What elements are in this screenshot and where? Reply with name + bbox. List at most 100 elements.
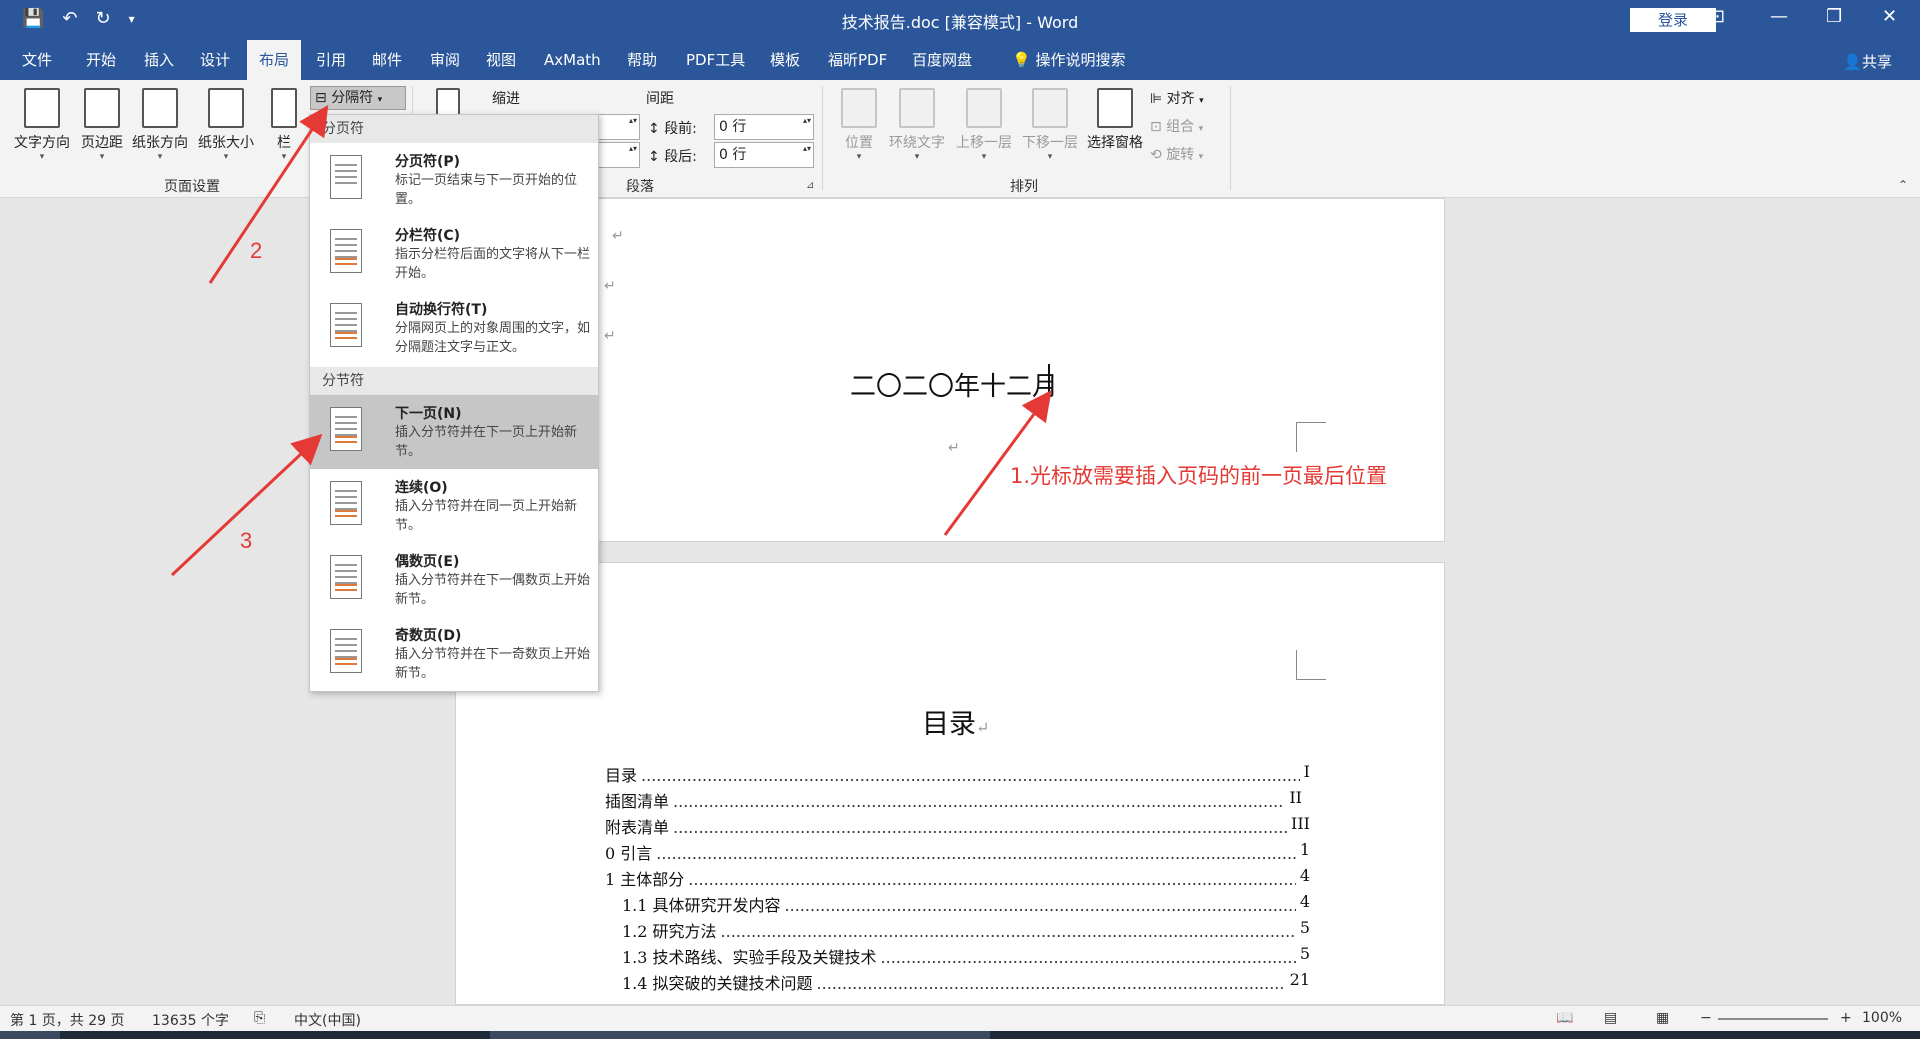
toc-entry[interactable]: 插图清单....................................…	[605, 788, 1302, 812]
breaks-icon: ⊟	[315, 90, 327, 106]
tab-design[interactable]: 设计	[188, 40, 242, 80]
chevron-down-icon: ▾	[981, 152, 987, 162]
tab-help[interactable]: 帮助	[615, 40, 669, 80]
rotate-icon: ⟲	[1150, 147, 1162, 163]
menu-item-name: 奇数页(D)	[395, 628, 462, 644]
tab-pdf-tools[interactable]: PDF工具	[674, 40, 757, 80]
tab-axmath[interactable]: AxMath	[532, 40, 613, 80]
dialog-launcher-icon[interactable]: ⊿	[806, 180, 814, 191]
spacing-before-icon: ↕	[648, 121, 660, 137]
text-direction-icon	[24, 88, 60, 128]
annotation-step-2: 2	[250, 238, 263, 263]
bring-forward-button[interactable]: 上移一层 ▾	[952, 88, 1016, 162]
spacing-label: 间距	[646, 91, 674, 107]
tab-home[interactable]: 开始	[74, 40, 128, 80]
orientation-label: 纸张方向	[132, 135, 188, 151]
maximize-icon[interactable]: ❐	[1826, 6, 1842, 27]
toc-entry[interactable]: 0 引言....................................…	[605, 840, 1310, 864]
tab-insert[interactable]: 插入	[132, 40, 186, 80]
zoom-level[interactable]: 100%	[1862, 1010, 1902, 1026]
title-bar: 💾 ↶ ↻ ▾ 技术报告.doc [兼容模式] - Word 登录 ⊡ — ❐ …	[0, 0, 1920, 40]
collapse-ribbon-icon[interactable]: ⌃	[1898, 178, 1908, 192]
annotation-step-3: 3	[240, 528, 253, 553]
login-button[interactable]: 登录	[1630, 8, 1716, 32]
toc-entry-text: 1.4 拟突破的关键技术问题	[622, 974, 817, 993]
tab-templates[interactable]: 模板	[758, 40, 812, 80]
align-button[interactable]: ⊫ 对齐 ▾	[1150, 88, 1204, 108]
menu-item-name: 下一页(N)	[395, 406, 462, 422]
tab-view[interactable]: 视图	[474, 40, 528, 80]
group-separator	[822, 86, 823, 190]
taskbar-item[interactable]	[0, 1031, 60, 1039]
toc-title: 目录↵	[922, 702, 989, 741]
menu-item-next-page[interactable]: 下一页(N) 插入分节符并在下一页上开始新节。	[310, 395, 598, 469]
menu-item-page-break[interactable]: 分页符(P) 标记一页结束与下一页开始的位置。	[310, 143, 598, 217]
odd-page-break-icon	[330, 629, 362, 673]
text-wrapping-break-icon	[330, 303, 362, 347]
group-button[interactable]: ⊡ 组合 ▾	[1150, 116, 1203, 136]
tab-layout[interactable]: 布局	[247, 40, 302, 80]
spacing-before-input[interactable]: 0 行	[714, 114, 814, 140]
toc-entry[interactable]: 1.3 技术路线、实验手段及关键技术......................…	[622, 944, 1310, 968]
date-line: 二〇二〇年十二月	[850, 372, 1059, 402]
indent-right-input[interactable]	[598, 142, 640, 168]
toc-entry[interactable]: 1.4 拟突破的关键技术问题..........................…	[622, 970, 1310, 994]
read-mode-icon[interactable]: 📖	[1556, 1010, 1573, 1026]
tab-references[interactable]: 引用	[304, 40, 358, 80]
language-indicator[interactable]: 中文(中国)	[294, 1010, 361, 1030]
selection-pane-button[interactable]: 选择窗格	[1084, 88, 1146, 152]
position-button[interactable]: 位置 ▾	[836, 88, 882, 162]
web-layout-icon[interactable]: ▦	[1656, 1010, 1669, 1026]
zoom-slider[interactable]	[1718, 1018, 1828, 1020]
tab-review[interactable]: 审阅	[418, 40, 472, 80]
proofing-icon[interactable]: ⎘	[254, 1010, 265, 1026]
minimize-icon[interactable]: —	[1770, 6, 1788, 27]
word-count[interactable]: 13635 个字	[152, 1010, 229, 1030]
close-icon[interactable]: ✕	[1882, 6, 1897, 27]
toc-entry-text: 1.2 研究方法	[622, 922, 721, 941]
tab-baidu-netdisk[interactable]: 百度网盘	[900, 40, 984, 80]
menu-item-continuous[interactable]: 连续(O) 插入分节符并在同一页上开始新节。	[310, 469, 598, 543]
tell-me-search[interactable]: 💡 操作说明搜索	[1000, 40, 1137, 80]
group-separator	[1230, 86, 1231, 190]
next-page-break-icon	[330, 407, 362, 451]
tab-file[interactable]: 文件	[10, 40, 64, 80]
print-layout-icon[interactable]: ▤	[1604, 1010, 1617, 1026]
breaks-button[interactable]: ⊟ 分隔符 ▾	[310, 86, 406, 110]
spacing-after-input[interactable]: 0 行	[714, 142, 814, 168]
ribbon-display-icon[interactable]: ⊡	[1710, 6, 1725, 27]
indent-left-input[interactable]	[598, 114, 640, 140]
toc-entry[interactable]: 1.1 具体研究开发内容............................…	[622, 892, 1310, 916]
zoom-out-icon[interactable]: −	[1700, 1010, 1712, 1026]
menu-item-even-page[interactable]: 偶数页(E) 插入分节符并在下一偶数页上开始新节。	[310, 543, 598, 617]
paragraph-group-label: 段落	[626, 179, 654, 195]
orientation-button[interactable]: 纸张方向 ▾	[128, 88, 192, 162]
toc-entry-text: 1.1 具体研究开发内容	[622, 896, 785, 915]
tab-foxit-pdf[interactable]: 福昕PDF	[816, 40, 899, 80]
size-button[interactable]: 纸张大小 ▾	[194, 88, 258, 162]
toc-entry[interactable]: 目录......................................…	[605, 762, 1310, 786]
spacing-before-label: ↕ 段前:	[648, 118, 697, 138]
send-backward-button[interactable]: 下移一层 ▾	[1018, 88, 1082, 162]
zoom-in-icon[interactable]: +	[1840, 1010, 1852, 1026]
taskbar-item[interactable]	[490, 1031, 990, 1039]
columns-button[interactable]: 栏 ▾	[268, 88, 300, 162]
menu-item-column-break[interactable]: 分栏符(C) 指示分栏符后面的文字将从下一栏开始。	[310, 217, 598, 291]
rotate-button[interactable]: ⟲ 旋转 ▾	[1150, 144, 1203, 164]
menu-item-text-wrapping-break[interactable]: 自动换行符(T) 分隔网页上的对象周围的文字，如分隔题注文字与正文。	[310, 291, 598, 365]
menu-item-odd-page[interactable]: 奇数页(D) 插入分节符并在下一奇数页上开始新节。	[310, 617, 598, 691]
page-count[interactable]: 第 1 页，共 29 页	[10, 1010, 125, 1030]
chevron-down-icon: ▾	[1199, 96, 1204, 106]
margins-button[interactable]: 页边距 ▾	[78, 88, 126, 162]
toc-entry[interactable]: 附表清单....................................…	[605, 814, 1310, 838]
send-backward-label: 下移一层	[1022, 135, 1078, 151]
toc-entry[interactable]: 1.2 研究方法................................…	[622, 918, 1310, 942]
toc-entry-page: 21	[1285, 970, 1310, 989]
breaks-label: 分隔符	[331, 90, 374, 106]
wrap-text-button[interactable]: 环绕文字 ▾	[884, 88, 950, 162]
share-button[interactable]: 👤共享	[1843, 51, 1892, 72]
text-direction-button[interactable]: 文字方向 ▾	[10, 88, 74, 162]
toc-entry[interactable]: 1 主体部分..................................…	[605, 866, 1310, 890]
orientation-icon	[142, 88, 178, 128]
tab-mailings[interactable]: 邮件	[360, 40, 414, 80]
